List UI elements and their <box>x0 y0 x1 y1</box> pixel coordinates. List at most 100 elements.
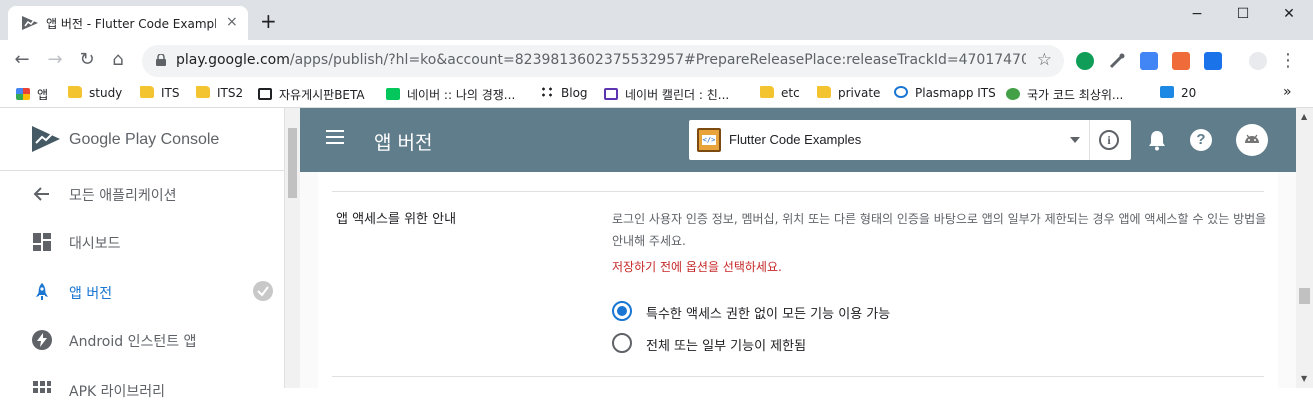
new-tab-button[interactable]: + <box>260 11 277 31</box>
bookmark-naver[interactable]: 네이버 :: 나의 경쟁... <box>386 86 515 102</box>
scrollbar-thumb[interactable] <box>1299 288 1310 304</box>
sidebar-scrollbar[interactable] <box>285 108 300 388</box>
sidebar-item-label: 앱 버전 <box>69 286 113 302</box>
help-icon[interactable]: ? <box>1190 129 1212 151</box>
naver-icon <box>386 88 400 100</box>
bookmark-its2[interactable]: ITS2 <box>196 86 243 102</box>
bookmark-country-code[interactable]: 국가 코드 최상위... <box>1006 86 1123 102</box>
browser-tab[interactable]: 앱 버전 - Flutter Code Examples × <box>8 6 248 40</box>
option-label: 특수한 액세스 권한 없이 모든 기능 이용 가능 <box>646 307 891 322</box>
grid-icon <box>33 381 51 393</box>
s-icon <box>1160 86 1174 98</box>
check-circle-icon <box>253 281 273 301</box>
folder-icon <box>196 86 210 98</box>
hamburger-menu-icon[interactable] <box>326 130 344 144</box>
calendar-icon <box>604 88 618 100</box>
eyedropper-icon[interactable] <box>1108 52 1126 70</box>
brand-title: Google Play Console <box>69 131 220 148</box>
bookmark-study[interactable]: study <box>68 86 122 102</box>
tab-strip: 앱 버전 - Flutter Code Examples × + − ☐ ✕ <box>0 0 1313 40</box>
bookmark-naver-calendar[interactable]: 네이버 캘린더 : 친... <box>604 86 729 102</box>
validation-error: 저장하기 전에 옵션을 선택하세요. <box>612 260 782 274</box>
lock-icon <box>156 54 166 66</box>
tab-title: 앱 버전 - Flutter Code Examples <box>46 17 216 31</box>
bookmark-private[interactable]: private <box>817 86 880 102</box>
divider <box>1089 120 1090 160</box>
sidebar-item-instant-apps[interactable]: Android 인스턴트 앱 <box>0 316 285 364</box>
option-label: 전체 또는 일부 기능이 제한됨 <box>646 339 807 354</box>
extension-ex-icon[interactable] <box>1172 52 1190 70</box>
folder-icon <box>760 86 774 98</box>
sidebar-item-app-release[interactable]: 앱 버전 <box>0 268 285 316</box>
android-icon <box>1245 134 1259 143</box>
scroll-down-icon[interactable]: ▼ <box>1301 374 1307 383</box>
code-icon: </> <box>702 135 716 145</box>
bookmark-star-icon[interactable]: ☆ <box>1037 50 1052 70</box>
url-text: play.google.com/apps/publish/?hl=ko&acco… <box>176 52 1026 68</box>
google-play-console-logo-icon <box>32 126 60 152</box>
chevron-down-icon <box>1070 137 1080 143</box>
all-apps-link[interactable]: 모든 애플리케이션 <box>0 170 285 218</box>
menu-dots-icon[interactable]: ⋮ <box>1278 51 1298 71</box>
plasmapp-icon <box>894 86 908 98</box>
extension-play-icon[interactable] <box>1204 52 1222 70</box>
bookmark-free-board[interactable]: 자유게시판BETA <box>258 86 365 102</box>
laptop-icon <box>258 88 272 100</box>
scrollbar-thumb[interactable] <box>288 128 297 198</box>
bell-icon[interactable] <box>1147 129 1167 151</box>
app-icon: </> <box>697 128 721 152</box>
bookmarks-more-button[interactable]: » <box>1283 84 1292 100</box>
translate-icon[interactable] <box>1140 52 1158 70</box>
sidebar: Google Play Console 모든 애플리케이션 대시보드 앱 버전 <box>0 108 285 400</box>
info-icon[interactable]: i <box>1099 130 1119 150</box>
bookmark-its[interactable]: ITS <box>140 86 180 102</box>
bookmark-blog[interactable]: Blog <box>540 86 588 102</box>
dashboard-icon <box>33 233 51 251</box>
minimize-button[interactable]: − <box>1174 6 1220 28</box>
back-arrow-icon[interactable]: ← <box>12 50 32 70</box>
folder-icon <box>68 86 82 98</box>
page-title: 앱 버전 <box>374 132 433 154</box>
radio-button[interactable] <box>612 333 632 353</box>
avatar[interactable] <box>1236 124 1268 156</box>
page-scrollbar[interactable]: ▲ ▼ <box>1296 108 1313 388</box>
dots-icon <box>540 86 554 98</box>
bolt-icon <box>32 330 52 350</box>
section-title: 앱 액세스를 위한 안내 <box>336 212 457 227</box>
bookmark-plasmapp[interactable]: Plasmapp ITS <box>894 86 996 102</box>
profile-avatar-icon[interactable] <box>1249 52 1267 70</box>
reload-icon[interactable]: ↻ <box>77 50 97 70</box>
home-icon[interactable]: ⌂ <box>108 50 128 70</box>
app-access-card: 앱 액세스를 위한 안내 로그인 사용자 인증 정보, 멤버십, 위치 또는 다… <box>318 172 1278 388</box>
sidebar-item-label: 대시보드 <box>69 236 121 252</box>
main-content: 앱 액세스를 위한 안내 로그인 사용자 인증 정보, 멤버십, 위치 또는 다… <box>300 172 1296 388</box>
address-bar[interactable]: play.google.com/apps/publish/?hl=ko&acco… <box>142 45 1064 77</box>
radio-button-checked[interactable] <box>612 301 632 321</box>
rocket-icon <box>36 283 48 300</box>
scroll-up-icon[interactable]: ▲ <box>1301 112 1307 121</box>
bookmark-apps[interactable]: 앱 <box>16 86 48 102</box>
close-window-button[interactable]: ✕ <box>1266 6 1312 28</box>
globe-icon <box>1006 88 1020 100</box>
maximize-button[interactable]: ☐ <box>1220 6 1266 28</box>
sidebar-item-label: APK 라이브러리 <box>69 384 166 400</box>
section-description: 로그인 사용자 인증 정보, 멤버십, 위치 또는 다른 형태의 인증을 바탕으… <box>612 212 1267 248</box>
sidebar-item-apk-library[interactable]: APK 라이브러리 <box>0 366 285 414</box>
sidebar-item-label: Android 인스턴트 앱 <box>69 334 197 350</box>
back-arrow-icon <box>33 187 49 201</box>
tab-close-icon[interactable]: × <box>226 14 238 30</box>
play-console-favicon-icon <box>22 16 38 30</box>
app-name: Flutter Code Examples <box>729 132 862 147</box>
sidebar-item-dashboard[interactable]: 대시보드 <box>0 218 285 266</box>
bookmark-etc[interactable]: etc <box>760 86 800 102</box>
app-selector-dropdown[interactable]: </> Flutter Code Examples i <box>689 120 1131 160</box>
bookmark-20[interactable]: 20 <box>1160 86 1196 102</box>
folder-icon <box>817 86 831 98</box>
extension-green-icon[interactable] <box>1076 52 1094 70</box>
all-apps-label: 모든 애플리케이션 <box>69 188 177 204</box>
forward-arrow-icon[interactable]: → <box>45 50 65 70</box>
bookmarks-bar: 앱 study ITS ITS2 자유게시판BETA 네이버 :: 나의 경쟁.… <box>0 80 1313 108</box>
folder-icon <box>140 86 154 98</box>
divider <box>332 191 1264 192</box>
apps-grid-icon <box>16 88 30 100</box>
